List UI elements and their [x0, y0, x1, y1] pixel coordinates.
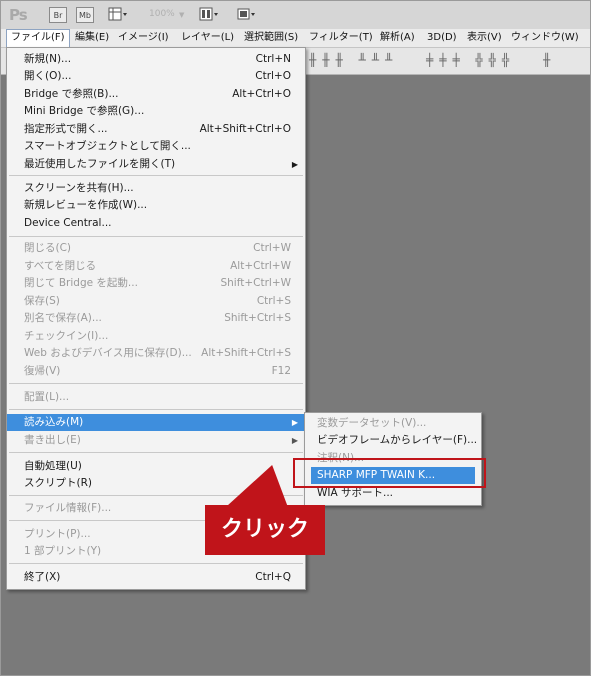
launch-bridge-button[interactable]: Br [49, 7, 67, 23]
submenu-item-video-frames-to-layers[interactable]: ビデオフレームからレイヤー(F)... [305, 432, 481, 449]
callout-text: クリック [220, 517, 309, 542]
menu-separator [9, 563, 303, 564]
auto-align-icon[interactable]: ╫ [543, 53, 556, 67]
menu-item-open-as[interactable]: 指定形式で開く... Alt+Shift+Ctrl+O [7, 121, 305, 138]
menu-item-open-recent[interactable]: 最近使用したファイルを開く(T) ▶ [7, 156, 305, 173]
menu-layer[interactable]: レイヤー(L) [181, 29, 234, 47]
menu-analysis[interactable]: 解析(A) [380, 29, 415, 47]
menu-item-browse-mini-bridge[interactable]: Mini Bridge で参照(G)... [7, 103, 305, 120]
menu-item-new[interactable]: 新規(N)... Ctrl+N [7, 51, 305, 68]
photoshop-logo: Ps [9, 6, 28, 24]
arrange-documents-icon[interactable] [199, 7, 219, 22]
menu-item-export[interactable]: 書き出し(E) ▶ [7, 432, 305, 449]
menu-separator [9, 383, 303, 384]
menu-item-exit[interactable]: 終了(X) Ctrl+Q [7, 569, 305, 586]
menu-item-open[interactable]: 開く(O)... Ctrl+O [7, 68, 305, 85]
menu-item-check-in[interactable]: チェックイン(I)... [7, 328, 305, 345]
menu-filter[interactable]: フィルター(T) [309, 29, 373, 47]
zoom-dropdown-icon[interactable]: ▼ [179, 11, 184, 19]
menu-bar: ファイル(F) 編集(E) イメージ(I) レイヤー(L) 選択範囲(S) フィ… [1, 29, 590, 48]
menu-item-open-smart-object[interactable]: スマートオブジェクトとして開く... [7, 138, 305, 155]
submenu-arrow-icon: ▶ [291, 436, 298, 445]
screen-mode-icon[interactable] [236, 7, 256, 22]
menu-item-revert[interactable]: 復帰(V) F12 [7, 363, 305, 380]
menu-item-save-for-web[interactable]: Web およびデバイス用に保存(D)... Alt+Shift+Ctrl+S [7, 345, 305, 362]
click-callout: クリック [205, 505, 325, 555]
menu-item-save[interactable]: 保存(S) Ctrl+S [7, 293, 305, 310]
view-extras-icon[interactable] [108, 7, 128, 22]
menu-select[interactable]: 選択範囲(S) [244, 29, 298, 47]
menu-item-share-screen[interactable]: スクリーンを共有(H)... [7, 180, 305, 197]
menu-file[interactable]: ファイル(F) [6, 29, 70, 47]
menu-view[interactable]: 表示(V) [467, 29, 502, 47]
menu-item-close-all[interactable]: すべてを閉じる Alt+Ctrl+W [7, 258, 305, 275]
menu-separator [9, 452, 303, 453]
menu-edit[interactable]: 編集(E) [75, 29, 109, 47]
menu-window[interactable]: ウィンドウ(W) [511, 29, 579, 47]
distribute-icons[interactable]: ╪╪╪ ╬╬╬ [426, 53, 515, 67]
submenu-arrow-icon: ▶ [291, 160, 298, 169]
menu-item-place[interactable]: 配置(L)... [7, 389, 305, 406]
application-bar: Ps Br Mb 100% ▼ [1, 1, 590, 30]
submenu-arrow-icon: ▶ [291, 418, 298, 427]
menu-item-browse-bridge[interactable]: Bridge で参照(B)... Alt+Ctrl+O [7, 86, 305, 103]
menu-image[interactable]: イメージ(I) [118, 29, 169, 47]
menu-3d[interactable]: 3D(D) [427, 29, 457, 47]
zoom-level[interactable]: 100% [149, 9, 175, 19]
menu-separator [9, 409, 303, 410]
align-icons[interactable]: ╫╫╫ ╨╨╨ [309, 53, 398, 67]
highlight-box [293, 458, 486, 488]
menu-item-create-review[interactable]: 新規レビューを作成(W)... [7, 197, 305, 214]
menu-separator [9, 236, 303, 237]
menu-item-import[interactable]: 読み込み(M) ▶ [7, 414, 305, 431]
menu-item-save-as[interactable]: 別名で保存(A)... Shift+Ctrl+S [7, 310, 305, 327]
photoshop-window: Ps Br Mb 100% ▼ ファイル(F) 編集(E) イメージ(I) レイ… [0, 0, 591, 676]
menu-separator [9, 175, 303, 176]
menu-item-device-central[interactable]: Device Central... [7, 215, 305, 232]
submenu-item-variable-data-sets[interactable]: 変数データセット(V)... [305, 415, 481, 432]
launch-mini-bridge-button[interactable]: Mb [76, 7, 94, 23]
menu-item-close[interactable]: 閉じる(C) Ctrl+W [7, 240, 305, 257]
menu-item-close-go-bridge[interactable]: 閉じて Bridge を起動... Shift+Ctrl+W [7, 275, 305, 292]
